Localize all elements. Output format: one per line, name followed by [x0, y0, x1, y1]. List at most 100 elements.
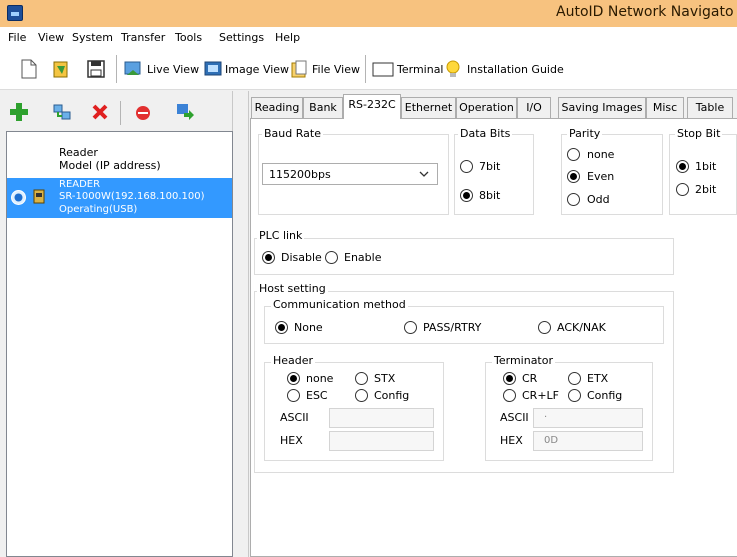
plc-link-enable-radio[interactable]: [325, 251, 338, 264]
terminator-config-radio[interactable]: [568, 389, 581, 402]
baud-rate-label: Baud Rate: [262, 127, 323, 140]
tab-ethernet[interactable]: Ethernet: [401, 97, 456, 118]
device-status: Operating(USB): [59, 204, 138, 215]
new-file-icon[interactable]: [20, 59, 38, 79]
parity-even-label: Even: [587, 170, 615, 183]
menu-settings[interactable]: Settings: [219, 31, 264, 44]
stop-bit-group: [669, 134, 737, 215]
live-view-button[interactable]: Live View: [147, 63, 199, 76]
search-devices-icon[interactable]: [53, 103, 71, 121]
device-toolbar: [0, 91, 233, 131]
save-icon[interactable]: [87, 59, 105, 79]
tab-reading[interactable]: Reading: [251, 97, 303, 118]
tab-misc[interactable]: Misc: [646, 97, 684, 118]
host-setting-label: Host setting: [257, 282, 328, 295]
terminator-cr-radio[interactable]: [503, 372, 516, 385]
header-config-radio[interactable]: [355, 389, 368, 402]
tab-io[interactable]: I/O: [517, 97, 551, 118]
lightbulb-icon: [446, 60, 460, 77]
open-file-icon[interactable]: [52, 59, 70, 79]
terminator-ascii-field[interactable]: ·: [533, 408, 643, 428]
terminator-hex-field[interactable]: 0D: [533, 431, 643, 451]
terminator-crlf-radio[interactable]: [503, 389, 516, 402]
data-bits-8bit-radio[interactable]: [460, 189, 473, 202]
menu-file[interactable]: File: [8, 31, 26, 44]
header-ascii-field[interactable]: [329, 408, 434, 428]
ip-setting-icon[interactable]: [176, 103, 194, 121]
menu-help[interactable]: Help: [275, 31, 300, 44]
terminator-label: Terminator: [492, 354, 555, 367]
add-device-icon[interactable]: [10, 103, 28, 121]
terminator-hex-label: HEX: [500, 434, 523, 447]
parity-none-radio[interactable]: [567, 148, 580, 161]
parity-none-label: none: [587, 148, 615, 161]
parity-odd-label: Odd: [587, 193, 610, 206]
device-list-header-reader: Reader: [59, 146, 98, 159]
terminal-button[interactable]: Terminal: [397, 63, 444, 76]
tab-saving-images[interactable]: Saving Images: [558, 97, 646, 118]
terminator-etx-radio[interactable]: [568, 372, 581, 385]
header-esc-radio[interactable]: [287, 389, 300, 402]
parity-label: Parity: [567, 127, 603, 140]
installation-guide-button[interactable]: Installation Guide: [467, 63, 564, 76]
app-icon: [7, 5, 23, 21]
comm-ack-nak-label: ACK/NAK: [557, 321, 606, 334]
terminal-icon: [372, 62, 394, 77]
terminator-ascii-label: ASCII: [500, 411, 529, 424]
tab-table[interactable]: Table: [687, 97, 733, 118]
header-hex-label: HEX: [280, 434, 303, 447]
menu-tools[interactable]: Tools: [175, 31, 202, 44]
header-esc-label: ESC: [306, 389, 328, 402]
header-none-radio[interactable]: [287, 372, 300, 385]
device-list-item[interactable]: READER SR-1000W(192.168.100.100) Operati…: [7, 178, 232, 218]
comm-ack-nak-radio[interactable]: [538, 321, 551, 334]
comm-pass-rtry-radio[interactable]: [404, 321, 417, 334]
menu-view[interactable]: View: [38, 31, 64, 44]
header-stx-label: STX: [374, 372, 396, 385]
data-bits-7bit-label: 7bit: [479, 160, 501, 173]
header-label: Header: [271, 354, 316, 367]
stop-bit-2bit-radio[interactable]: [676, 183, 689, 196]
window-title: AutoID Network Navigato: [556, 4, 734, 20]
chevron-down-icon: [419, 171, 429, 177]
plc-link-disable-label: Disable: [281, 251, 322, 264]
data-bits-group: [454, 134, 534, 215]
reader-device-icon: [33, 189, 45, 204]
terminator-cr-label: CR: [522, 372, 538, 385]
live-view-icon: [124, 61, 141, 75]
header-config-label: Config: [374, 389, 410, 402]
device-list: Reader Model (IP address) READER SR-1000…: [6, 131, 233, 557]
connection-status-icon: [11, 190, 26, 205]
tab-operation[interactable]: Operation: [456, 97, 517, 118]
header-none-label: none: [306, 372, 334, 385]
menu-bar: File View System Transfer Tools Settings…: [0, 27, 737, 49]
tab-rs232c[interactable]: RS-232C: [343, 94, 401, 119]
menu-system[interactable]: System: [72, 31, 113, 44]
tab-bank[interactable]: Bank: [303, 97, 343, 118]
stop-bit-1bit-radio[interactable]: [676, 160, 689, 173]
file-view-button[interactable]: File View: [312, 63, 360, 76]
plc-link-disable-radio[interactable]: [262, 251, 275, 264]
rs232c-tab-page: Baud Rate 115200bps Data Bits 7bit 8bit …: [250, 118, 737, 557]
delete-device-icon[interactable]: [91, 103, 109, 121]
parity-even-radio[interactable]: [567, 170, 580, 183]
data-bits-7bit-radio[interactable]: [460, 160, 473, 173]
baud-rate-select[interactable]: 115200bps: [262, 163, 438, 185]
plc-link-label: PLC link: [257, 229, 305, 242]
stop-bit-2bit-label: 2bit: [695, 183, 717, 196]
device-list-header-model: Model (IP address): [59, 159, 161, 172]
communication-method-label: Communication method: [271, 298, 408, 311]
parity-odd-radio[interactable]: [567, 193, 580, 206]
disconnect-icon[interactable]: [134, 104, 152, 122]
terminator-config-label: Config: [587, 389, 623, 402]
header-stx-radio[interactable]: [355, 372, 368, 385]
file-view-icon: [291, 60, 307, 78]
plc-link-enable-label: Enable: [344, 251, 382, 264]
header-hex-field[interactable]: [329, 431, 434, 451]
stop-bit-1bit-label: 1bit: [695, 160, 717, 173]
menu-transfer[interactable]: Transfer: [121, 31, 165, 44]
comm-none-radio[interactable]: [275, 321, 288, 334]
title-bar: AutoID Network Navigato: [0, 0, 737, 27]
image-view-button[interactable]: Image View: [225, 63, 289, 76]
stop-bit-label: Stop Bit: [675, 127, 723, 140]
